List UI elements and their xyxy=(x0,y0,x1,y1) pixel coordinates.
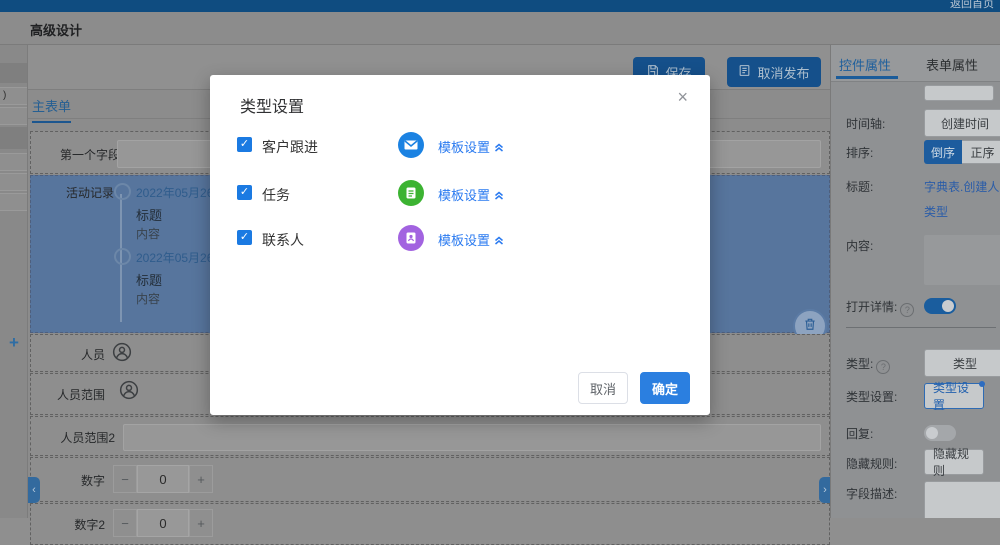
panel-tabs: 控件属性 表单属性 xyxy=(831,45,1000,82)
page-title: 高级设计 xyxy=(30,23,83,38)
timeline-content: 内容 xyxy=(136,292,161,306)
task-icon xyxy=(398,180,424,206)
chevron-double-up-icon xyxy=(495,191,504,200)
component-item[interactable] xyxy=(0,107,27,125)
stepper-minus-button[interactable]: − xyxy=(113,465,137,493)
field-label: 数字 xyxy=(80,474,105,488)
component-item[interactable] xyxy=(0,153,27,171)
badge-dot xyxy=(979,381,985,387)
reply-toggle[interactable] xyxy=(924,425,956,441)
sidebar-highlight-row[interactable] xyxy=(0,63,27,83)
title-field-label: 标题: xyxy=(846,180,874,194)
field-row-number2[interactable]: 数字2 − 0 + xyxy=(30,503,830,545)
type-item-contact: ✓ 联系人 模板设置 xyxy=(210,225,710,251)
type-select[interactable]: 类型 xyxy=(924,349,1000,377)
stepper-value[interactable]: 0 xyxy=(137,465,189,493)
checkbox-checked[interactable]: ✓ xyxy=(237,137,252,152)
sort-asc-button[interactable]: 正序 xyxy=(962,140,1000,164)
template-settings-link[interactable]: 模板设置 xyxy=(438,185,505,204)
help-icon: ? xyxy=(900,303,915,317)
properties-panel: 控件属性 表单属性 时间轴: 创建时间 排序: 倒序 正序 标题: 字典表.创建… xyxy=(830,45,1000,518)
component-item[interactable] xyxy=(0,193,27,211)
content-field-label: 内容: xyxy=(846,239,874,253)
field-label: 人员 xyxy=(80,348,105,362)
stepper-plus-button[interactable]: + xyxy=(189,509,213,537)
contact-icon xyxy=(398,225,424,251)
hide-rule-button[interactable]: 隐藏规则 xyxy=(924,447,984,478)
tab-main-form[interactable]: 主表单 xyxy=(32,96,72,123)
checkbox-checked[interactable]: ✓ xyxy=(237,230,252,245)
stepper-minus-button[interactable]: − xyxy=(113,509,137,537)
dialog-title: 类型设置 xyxy=(240,99,305,116)
field-label: 人员范围2 xyxy=(60,431,115,445)
chevron-double-up-icon xyxy=(495,236,504,245)
field-row-person-range2[interactable]: 人员范围2 xyxy=(30,416,830,456)
tab-form-properties[interactable]: 表单属性 xyxy=(926,55,978,74)
confirm-button[interactable]: 确定 xyxy=(640,372,690,404)
type-item-task: ✓ 任务 模板设置 xyxy=(210,180,710,206)
field-label: 数字2 xyxy=(74,518,105,532)
timeline-title: 标题 xyxy=(136,208,163,223)
page-header: 高级设计 xyxy=(0,12,1000,45)
person-avatar-icon[interactable] xyxy=(119,380,139,400)
title-link-dict-creator[interactable]: 字典表.创建人 xyxy=(924,178,999,195)
sort-desc-button[interactable]: 倒序 xyxy=(924,140,962,164)
type-setting-label: 类型设置: xyxy=(846,390,898,404)
type-settings-dialog: 类型设置 × ✓ 客户跟进 模板设置 ✓ 任务 模板设置 ✓ 联系人 模板设置 … xyxy=(210,75,710,415)
timeline-select[interactable]: 创建时间 xyxy=(924,109,1000,137)
sidebar-highlight-row[interactable] xyxy=(0,127,27,149)
chevron-double-up-icon xyxy=(495,143,504,152)
timeline-dot xyxy=(114,183,131,200)
type-item-customer-followup: ✓ 客户跟进 模板设置 xyxy=(210,132,710,158)
text-input[interactable] xyxy=(123,424,821,451)
open-detail-label: 打开详情:? xyxy=(846,298,915,317)
cancel-publish-button[interactable]: 取消发布 xyxy=(727,57,821,87)
field-label: 活动记录 xyxy=(65,186,114,200)
open-detail-toggle[interactable] xyxy=(924,298,956,314)
collapse-left-handle[interactable]: ‹ xyxy=(28,477,40,503)
hide-rule-label: 隐藏规则: xyxy=(846,457,898,471)
type-setting-button[interactable]: 类型设置 xyxy=(924,381,984,412)
timeline-title: 标题 xyxy=(136,273,163,288)
document-icon xyxy=(738,64,751,80)
content-textarea[interactable] xyxy=(924,235,1000,285)
component-sidebar: ) + xyxy=(0,45,28,518)
clipped-control[interactable] xyxy=(924,85,994,101)
sort-label: 排序: xyxy=(846,146,874,160)
component-item[interactable]: ) xyxy=(0,87,27,105)
template-settings-link[interactable]: 模板设置 xyxy=(438,137,505,156)
field-row-number[interactable]: 数字 − 0 + xyxy=(30,457,830,502)
active-tab-underline xyxy=(836,76,898,79)
reply-label: 回复: xyxy=(846,427,874,441)
field-label: 人员范围 xyxy=(56,388,105,402)
help-icon: ? xyxy=(876,360,891,374)
type-item-label: 联系人 xyxy=(262,232,304,248)
panel-divider xyxy=(846,327,996,328)
stepper-plus-button[interactable]: + xyxy=(189,465,213,493)
timeline-field-label: 时间轴: xyxy=(846,117,886,131)
close-icon[interactable]: × xyxy=(677,87,688,108)
field-label: 第一个字段 xyxy=(59,148,120,162)
type-item-label: 客户跟进 xyxy=(262,139,318,155)
stepper-value[interactable]: 0 xyxy=(137,509,189,537)
top-nav-bar: 返回首页 xyxy=(0,0,1000,12)
field-desc-textarea[interactable] xyxy=(924,481,1000,518)
timeline-dot xyxy=(114,248,131,265)
trash-icon xyxy=(803,317,817,336)
back-home-link[interactable]: 返回首页 xyxy=(950,0,994,11)
mail-icon xyxy=(398,132,424,158)
type-field-label: 类型:? xyxy=(846,355,891,374)
type-item-label: 任务 xyxy=(262,187,290,203)
add-component-button[interactable]: + xyxy=(9,333,19,353)
person-avatar-icon[interactable] xyxy=(112,342,132,362)
tab-control-properties[interactable]: 控件属性 xyxy=(839,55,891,74)
checkbox-checked[interactable]: ✓ xyxy=(237,185,252,200)
cancel-button[interactable]: 取消 xyxy=(578,372,628,404)
template-settings-link[interactable]: 模板设置 xyxy=(438,230,505,249)
sort-segmented-control: 倒序 正序 xyxy=(924,140,1000,164)
timeline-content: 内容 xyxy=(136,227,161,241)
title-link-type[interactable]: 类型 xyxy=(924,203,948,220)
component-item[interactable] xyxy=(0,173,27,191)
field-desc-label: 字段描述: xyxy=(846,487,898,501)
